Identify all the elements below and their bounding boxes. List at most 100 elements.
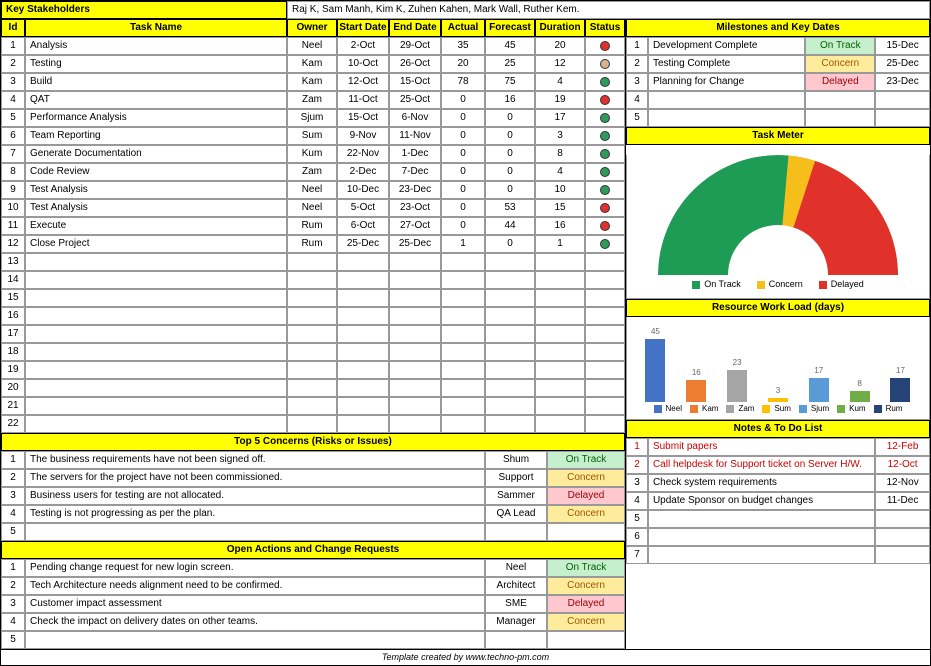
task-actual[interactable]: 0 (441, 199, 485, 217)
table-row[interactable]: 4Check the impact on delivery dates on o… (1, 613, 625, 631)
task-name[interactable]: Execute (25, 217, 287, 235)
task-actual[interactable]: 35 (441, 37, 485, 55)
table-row[interactable]: 18 (1, 343, 625, 361)
table-row[interactable]: 10Test AnalysisNeel5-Oct23-Oct05315 (1, 199, 625, 217)
action-text[interactable]: Check the impact on delivery dates on ot… (25, 613, 485, 631)
task-forecast[interactable]: 53 (485, 199, 535, 217)
task-end[interactable]: 7-Dec (389, 163, 441, 181)
task-forecast[interactable]: 16 (485, 91, 535, 109)
table-row[interactable]: 2Call helpdesk for Support ticket on Ser… (626, 456, 930, 474)
task-start[interactable]: 9-Nov (337, 127, 389, 145)
task-owner[interactable]: Neel (287, 37, 337, 55)
table-row[interactable]: 12Close ProjectRum25-Dec25-Dec101 (1, 235, 625, 253)
task-owner[interactable]: Sum (287, 127, 337, 145)
milestone-date[interactable]: 25-Dec (875, 55, 930, 73)
task-name[interactable]: Performance Analysis (25, 109, 287, 127)
table-row[interactable]: 13 (1, 253, 625, 271)
table-row[interactable]: 15 (1, 289, 625, 307)
task-forecast[interactable]: 0 (485, 109, 535, 127)
concern-owner[interactable]: Shum (485, 451, 547, 469)
task-duration[interactable]: 10 (535, 181, 585, 199)
milestone-name[interactable]: Development Complete (648, 37, 805, 55)
note-text[interactable]: Update Sponsor on budget changes (648, 492, 875, 510)
action-owner[interactable]: Manager (485, 613, 547, 631)
task-forecast[interactable]: 0 (485, 163, 535, 181)
table-row[interactable]: 7 (626, 546, 930, 564)
task-actual[interactable]: 0 (441, 91, 485, 109)
task-forecast[interactable]: 0 (485, 127, 535, 145)
table-row[interactable]: 14 (1, 271, 625, 289)
action-owner[interactable]: Architect (485, 577, 547, 595)
task-forecast[interactable]: 0 (485, 235, 535, 253)
task-owner[interactable]: Kum (287, 145, 337, 163)
task-owner[interactable]: Neel (287, 181, 337, 199)
table-row[interactable]: 2TestingKam10-Oct26-Oct202512 (1, 55, 625, 73)
task-owner[interactable]: Zam (287, 91, 337, 109)
task-start[interactable]: 25-Dec (337, 235, 389, 253)
task-end[interactable]: 23-Oct (389, 199, 441, 217)
note-text[interactable]: Submit papers (648, 438, 875, 456)
task-forecast[interactable]: 45 (485, 37, 535, 55)
action-text[interactable]: Tech Architecture needs alignment need t… (25, 577, 485, 595)
task-name[interactable]: Code Review (25, 163, 287, 181)
table-row[interactable]: 1Submit papers12-Feb (626, 438, 930, 456)
task-duration[interactable]: 3 (535, 127, 585, 145)
table-row[interactable]: 3Planning for ChangeDelayed23-Dec (626, 73, 930, 91)
table-row[interactable]: 2Testing CompleteConcern25-Dec (626, 55, 930, 73)
note-date[interactable]: 12-Feb (875, 438, 930, 456)
task-owner[interactable]: Kam (287, 55, 337, 73)
task-owner[interactable]: Kam (287, 73, 337, 91)
table-row[interactable]: 3Check system requirements12-Nov (626, 474, 930, 492)
task-start[interactable]: 10-Oct (337, 55, 389, 73)
milestone-name[interactable]: Testing Complete (648, 55, 805, 73)
task-actual[interactable]: 1 (441, 235, 485, 253)
table-row[interactable]: 4Update Sponsor on budget changes11-Dec (626, 492, 930, 510)
concern-text[interactable]: The business requirements have not been … (25, 451, 485, 469)
table-row[interactable]: 3BuildKam12-Oct15-Oct78754 (1, 73, 625, 91)
task-name[interactable]: Test Analysis (25, 181, 287, 199)
task-start[interactable]: 6-Oct (337, 217, 389, 235)
task-owner[interactable]: Neel (287, 199, 337, 217)
table-row[interactable]: 1Pending change request for new login sc… (1, 559, 625, 577)
task-end[interactable]: 26-Oct (389, 55, 441, 73)
task-duration[interactable]: 17 (535, 109, 585, 127)
action-owner[interactable]: SME (485, 595, 547, 613)
table-row[interactable]: 6Team ReportingSum9-Nov11-Nov003 (1, 127, 625, 145)
task-owner[interactable]: Sjum (287, 109, 337, 127)
task-actual[interactable]: 78 (441, 73, 485, 91)
concern-text[interactable]: Testing is not progressing as per the pl… (25, 505, 485, 523)
task-name[interactable]: Analysis (25, 37, 287, 55)
task-end[interactable]: 27-Oct (389, 217, 441, 235)
table-row[interactable]: 11ExecuteRum6-Oct27-Oct04416 (1, 217, 625, 235)
task-end[interactable]: 11-Nov (389, 127, 441, 145)
task-actual[interactable]: 0 (441, 181, 485, 199)
table-row[interactable]: 4Testing is not progressing as per the p… (1, 505, 625, 523)
task-forecast[interactable]: 0 (485, 181, 535, 199)
task-name[interactable]: Generate Documentation (25, 145, 287, 163)
task-duration[interactable]: 12 (535, 55, 585, 73)
table-row[interactable]: 5 (626, 109, 930, 127)
concern-owner[interactable]: Support (485, 469, 547, 487)
task-duration[interactable]: 19 (535, 91, 585, 109)
task-actual[interactable]: 0 (441, 163, 485, 181)
task-owner[interactable]: Rum (287, 235, 337, 253)
task-name[interactable]: Build (25, 73, 287, 91)
table-row[interactable]: 19 (1, 361, 625, 379)
table-row[interactable]: 2Tech Architecture needs alignment need … (1, 577, 625, 595)
table-row[interactable]: 21 (1, 397, 625, 415)
task-end[interactable]: 25-Oct (389, 91, 441, 109)
task-forecast[interactable]: 0 (485, 145, 535, 163)
task-end[interactable]: 23-Dec (389, 181, 441, 199)
concern-owner[interactable]: Sammer (485, 487, 547, 505)
task-start[interactable]: 12-Oct (337, 73, 389, 91)
note-text[interactable]: Call helpdesk for Support ticket on Serv… (648, 456, 875, 474)
task-duration[interactable]: 4 (535, 163, 585, 181)
concern-text[interactable]: The servers for the project have not bee… (25, 469, 485, 487)
table-row[interactable]: 4QATZam11-Oct25-Oct01619 (1, 91, 625, 109)
task-name[interactable]: Test Analysis (25, 199, 287, 217)
task-end[interactable]: 25-Dec (389, 235, 441, 253)
table-row[interactable]: 3Business users for testing are not allo… (1, 487, 625, 505)
table-row[interactable]: 8Code ReviewZam2-Dec7-Dec004 (1, 163, 625, 181)
task-duration[interactable]: 8 (535, 145, 585, 163)
task-end[interactable]: 1-Dec (389, 145, 441, 163)
